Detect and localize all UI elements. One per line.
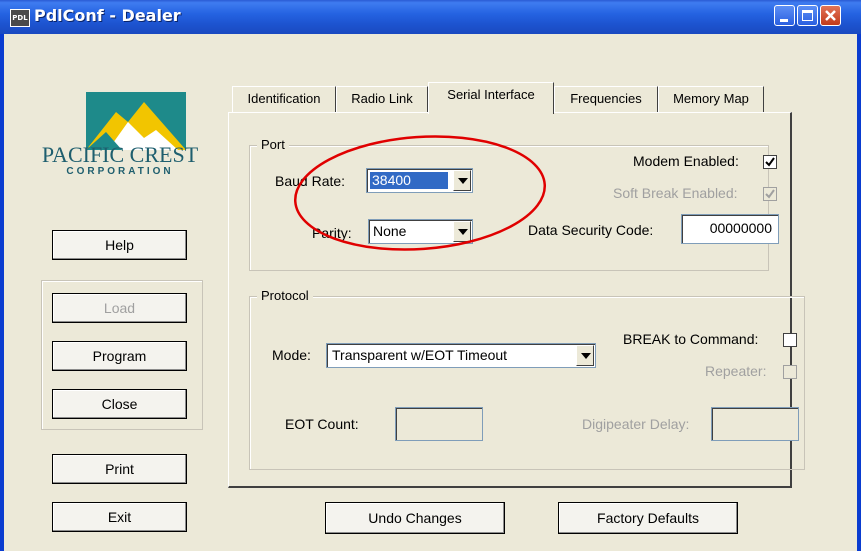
checkmark-icon xyxy=(765,189,775,199)
close-window-button[interactable] xyxy=(820,5,841,26)
soft-break-label: Soft Break Enabled: xyxy=(613,185,738,201)
window-title: PdlConf - Dealer xyxy=(34,6,181,25)
soft-break-checkbox[interactable] xyxy=(763,187,777,201)
mode-select[interactable]: Transparent w/EOT Timeout xyxy=(326,343,596,368)
app-icon: PDL xyxy=(10,9,30,27)
tab-radio-link[interactable]: Radio Link xyxy=(336,86,428,112)
maximize-icon xyxy=(802,10,813,21)
tab-frequencies[interactable]: Frequencies xyxy=(554,86,658,112)
break-to-command-label: BREAK to Command: xyxy=(623,331,759,347)
logo-name: PACIFIC CREST xyxy=(41,142,199,167)
maximize-button[interactable] xyxy=(797,5,818,26)
window-frame-right xyxy=(857,34,861,551)
security-code-input[interactable]: 00000000 xyxy=(681,214,779,244)
repeater-checkbox[interactable] xyxy=(783,365,797,379)
modem-enabled-label: Modem Enabled: xyxy=(633,153,739,169)
exit-button[interactable]: Exit xyxy=(52,502,187,532)
break-to-command-checkbox[interactable] xyxy=(783,333,797,347)
program-button[interactable]: Program xyxy=(52,341,187,371)
checkmark-icon xyxy=(765,157,775,167)
mode-value: Transparent w/EOT Timeout xyxy=(332,347,508,363)
factory-defaults-button[interactable]: Factory Defaults xyxy=(558,502,738,534)
repeater-label: Repeater: xyxy=(705,363,767,379)
logo-subtitle: CORPORATION xyxy=(66,166,174,177)
mode-label: Mode: xyxy=(272,347,311,363)
minimize-icon xyxy=(780,19,788,22)
annotation-ellipse xyxy=(293,135,547,251)
window-frame-left xyxy=(0,34,4,551)
eot-count-input[interactable] xyxy=(395,407,483,441)
protocol-group xyxy=(249,296,805,470)
security-code-value: 00000000 xyxy=(709,220,772,236)
help-button[interactable]: Help xyxy=(52,230,187,260)
digipeater-delay-label: Digipeater Delay: xyxy=(582,416,690,432)
tab-identification[interactable]: Identification xyxy=(232,86,336,112)
port-group-label: Port xyxy=(257,137,289,152)
modem-enabled-checkbox[interactable] xyxy=(763,155,777,169)
tab-memory-map[interactable]: Memory Map xyxy=(658,86,764,112)
tab-serial-interface[interactable]: Serial Interface xyxy=(428,82,554,114)
load-button[interactable]: Load xyxy=(52,293,187,323)
protocol-group-label: Protocol xyxy=(257,288,313,303)
eot-count-label: EOT Count: xyxy=(285,416,359,432)
close-icon xyxy=(825,10,836,21)
minimize-button[interactable] xyxy=(774,5,795,26)
undo-changes-button[interactable]: Undo Changes xyxy=(325,502,505,534)
company-logo: PACIFIC CREST CORPORATION xyxy=(30,80,210,190)
chevron-down-icon[interactable] xyxy=(576,345,594,366)
print-button[interactable]: Print xyxy=(52,454,187,484)
digipeater-delay-input[interactable] xyxy=(711,407,799,441)
close-button[interactable]: Close xyxy=(52,389,187,419)
